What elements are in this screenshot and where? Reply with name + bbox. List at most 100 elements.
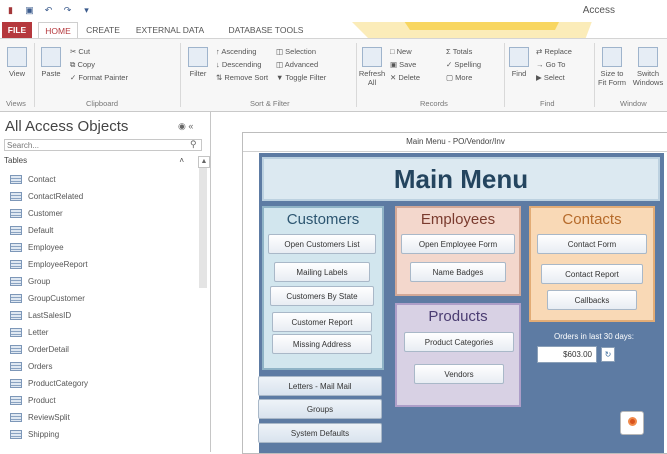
descending-button[interactable]: ↓ Descending [216,60,261,69]
table-icon [10,242,22,252]
ascending-button[interactable]: ↑ Ascending [216,47,256,56]
letters-button[interactable]: Letters - Mail Mail [258,376,382,396]
nav-table-item[interactable]: Shipping [10,427,59,441]
nav-table-item[interactable]: GroupCustomer [10,291,85,305]
table-icon [10,191,22,201]
nav-table-label: EmployeeReport [28,259,88,269]
nav-table-item[interactable]: Default [10,223,53,237]
title-bar [0,0,667,22]
nav-table-item[interactable]: Employee [10,240,64,254]
format-painter-button[interactable]: ✓ Format Painter [70,73,128,82]
customer-report-button[interactable]: Customer Report [272,312,372,332]
open-customers-list-button[interactable]: Open Customers List [268,234,376,254]
contact-form-button[interactable]: Contact Form [537,234,647,254]
nav-table-item[interactable]: ProductCategory [10,376,88,390]
switch-windows-icon [638,47,658,67]
open-employee-form-button[interactable]: Open Employee Form [401,234,515,254]
nav-scrollbar[interactable] [199,168,207,288]
tables-section-header[interactable]: Tables ˄ [4,156,202,167]
tab-create[interactable]: CREATE [82,22,124,38]
paste-button[interactable]: Paste [36,47,66,78]
format-painter-label: Format Painter [78,73,128,82]
tab-file[interactable]: FILE [2,22,32,38]
new-record-button[interactable]: □ New [390,47,412,56]
find-button[interactable]: Find [506,47,532,78]
remove-sort-button[interactable]: ⇅ Remove Sort [216,73,268,82]
size-to-fit-button[interactable]: Size to Fit Form [596,47,628,87]
navigation-pane: All Access Objects ◉ « Search... ⚲ Table… [0,112,211,452]
toggle-filter-button[interactable]: ▼ Toggle Filter [276,73,326,82]
totals-button[interactable]: Σ Totals [446,47,472,56]
view-label: View [8,69,26,78]
refresh-orders-icon[interactable]: ↻ [601,347,615,362]
copy-button[interactable]: ⧉ Copy [70,60,95,70]
tab-external-data[interactable]: EXTERNAL DATA [128,22,212,38]
nav-table-item[interactable]: Product [10,393,56,407]
nav-table-item[interactable]: ReviewSplit [10,410,70,424]
ribbon-separator [180,43,181,107]
undo-icon[interactable]: ↶ [42,4,55,17]
nav-table-item[interactable]: Contact [10,172,56,186]
tab-database-tools[interactable]: DATABASE TOOLS [220,22,312,38]
search-icon[interactable]: ⚲ [190,139,197,150]
table-icon [10,310,22,320]
customize-icon[interactable]: ▾ [80,4,93,17]
callbacks-button[interactable]: Callbacks [547,290,637,310]
nav-table-item[interactable]: Orders [10,359,52,373]
nav-table-item[interactable]: Group [10,274,50,288]
ribbon-separator [594,43,595,107]
refresh-all-button[interactable]: Refresh All [358,47,386,87]
scroll-up-button[interactable]: ▲ [198,156,210,168]
nav-pane-title[interactable]: All Access Objects [5,118,128,135]
mailing-labels-button[interactable]: Mailing Labels [274,262,370,282]
replace-button[interactable]: ⇄ Replace [536,47,572,56]
group-sort-filter-label: Sort & Filter [250,99,290,108]
nav-pane-controls[interactable]: ◉ « [178,121,193,132]
nav-table-item[interactable]: EmployeeReport [10,257,88,271]
missing-address-button[interactable]: Missing Address [272,334,372,354]
customers-heading: Customers [286,211,360,228]
vendors-button[interactable]: Vendors [414,364,504,384]
nav-table-item[interactable]: OrderDetail [10,342,69,356]
nav-table-item[interactable]: Letter [10,325,48,339]
app-icon[interactable]: ▮ [4,4,17,17]
group-find-label: Find [540,99,555,108]
employees-heading: Employees [420,211,496,228]
table-icon [10,293,22,303]
table-icon [10,208,22,218]
tab-home[interactable]: HOME [38,22,78,38]
nav-table-item[interactable]: Customer [10,206,63,220]
cut-button[interactable]: ✂ Cut [70,47,90,56]
switch-windows-button[interactable]: Switch Windows [632,47,664,87]
customers-by-state-button[interactable]: Customers By State [270,286,374,306]
filter-button[interactable]: Filter [184,47,212,78]
selection-button[interactable]: ◫ Selection [276,47,316,56]
name-badges-button[interactable]: Name Badges [410,262,506,282]
advanced-button[interactable]: ◫ Advanced [276,60,318,69]
save-record-button[interactable]: ▣ Save [390,60,416,69]
nav-table-label: ReviewSplit [28,412,70,422]
toggle-filter-label: Toggle Filter [285,73,327,82]
find-label: Find [511,69,527,78]
nav-table-item[interactable]: ContactRelated [10,189,83,203]
ribbon-separator [356,43,357,107]
nav-search-input[interactable]: Search... [4,139,202,151]
advanced-label: Advanced [284,60,319,69]
select-button[interactable]: ▶ Select [536,73,565,82]
copy-label: Copy [77,60,95,69]
nav-table-item[interactable]: LastSalesID [10,308,71,322]
groups-button[interactable]: Groups [258,399,382,419]
more-button[interactable]: ▢ More [446,73,472,82]
save-icon[interactable]: ▣ [23,4,36,17]
contact-report-button[interactable]: Contact Report [541,264,643,284]
goto-button[interactable]: → Go To [536,60,565,69]
product-categories-button[interactable]: Product Categories [404,332,514,352]
redo-icon[interactable]: ↷ [61,4,74,17]
group-clipboard-label: Clipboard [86,99,119,108]
system-defaults-button[interactable]: System Defaults [258,423,382,443]
close-form-button[interactable] [620,411,644,435]
view-button[interactable]: View [4,47,30,78]
spelling-button[interactable]: ✓ Spelling [446,60,481,69]
nav-table-label: Group [28,276,51,286]
delete-record-button[interactable]: ✕ Delete [390,73,420,82]
